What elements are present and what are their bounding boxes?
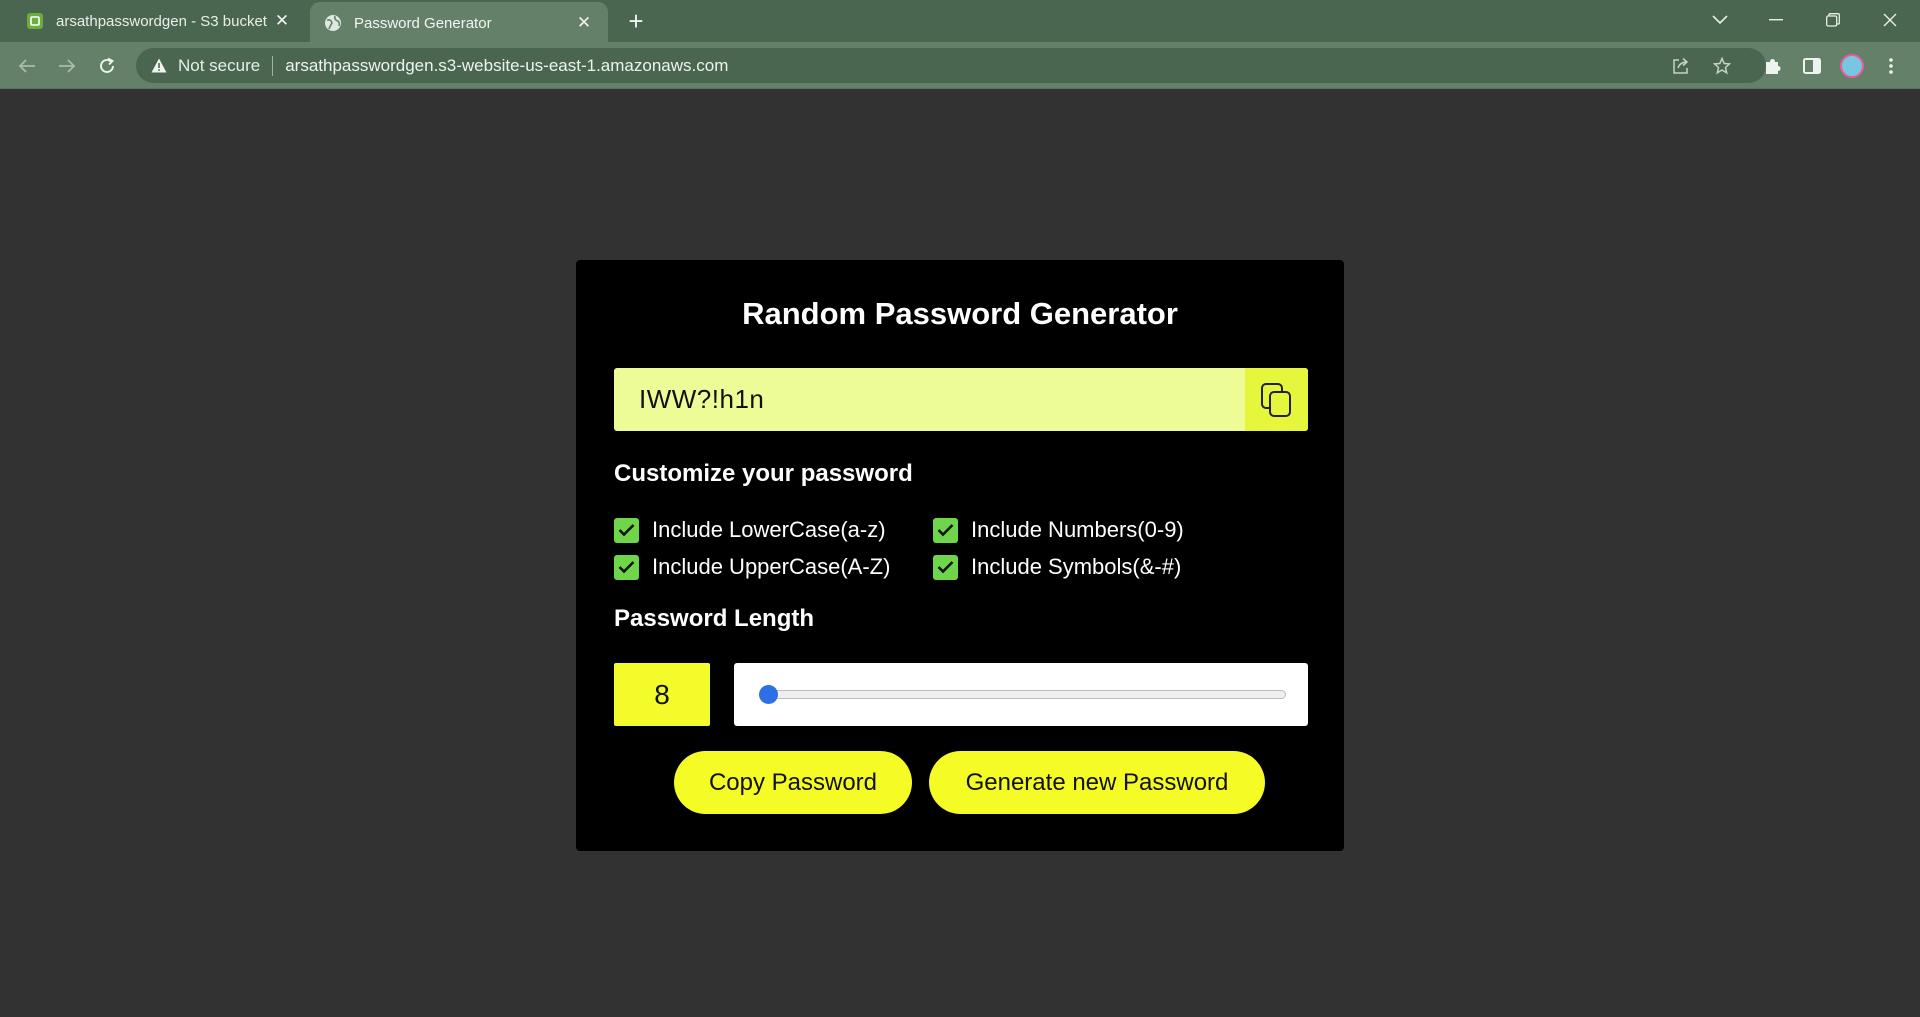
tab-password-generator[interactable]: Password Generator ✕ <box>310 2 608 44</box>
password-generator-card: Random Password Generator IWW?!h1n Custo… <box>576 260 1344 851</box>
option-symbols[interactable]: Include Symbols(&-#) <box>933 554 1181 580</box>
lowercase-label[interactable]: Include LowerCase(a-z) <box>652 517 886 543</box>
symbols-checkbox[interactable] <box>933 554 958 580</box>
address-separator <box>272 55 274 76</box>
tab-s3-bucket[interactable]: arsathpasswordgen - S3 bucket ✕ <box>0 0 306 42</box>
bookmark-star-icon[interactable] <box>1707 51 1737 81</box>
option-lowercase[interactable]: Include LowerCase(a-z) <box>614 517 886 543</box>
close-window-icon[interactable] <box>1870 4 1910 36</box>
lowercase-checkbox[interactable] <box>614 517 639 543</box>
length-slider-track[interactable] <box>768 690 1286 699</box>
symbols-label[interactable]: Include Symbols(&-#) <box>971 554 1181 580</box>
checkmark-icon <box>618 524 635 537</box>
copy-password-button[interactable]: Copy Password <box>674 751 912 814</box>
uppercase-label[interactable]: Include UpperCase(A-Z) <box>652 554 890 580</box>
security-status-label[interactable]: Not secure <box>178 56 260 76</box>
length-value-box: 8 <box>614 663 710 726</box>
length-heading: Password Length <box>614 605 815 632</box>
checkmark-icon <box>618 561 635 574</box>
browser-toolbar: Not secure arsathpasswordgen.s3-website-… <box>0 42 1920 89</box>
tab-title: Password Generator <box>354 14 492 32</box>
reload-icon[interactable] <box>92 51 122 81</box>
forward-arrow-icon[interactable] <box>52 51 82 81</box>
option-numbers[interactable]: Include Numbers(0-9) <box>933 517 1184 543</box>
url-text[interactable]: arsathpasswordgen.s3-website-us-east-1.a… <box>285 56 728 76</box>
copy-to-clipboard-button[interactable] <box>1245 368 1308 431</box>
new-tab-button[interactable]: + <box>623 8 649 34</box>
password-display[interactable]: IWW?!h1n <box>614 368 1308 431</box>
restore-icon[interactable] <box>1813 4 1853 36</box>
copy-icon <box>1260 382 1291 417</box>
checkmark-icon <box>937 524 954 537</box>
s3-bucket-favicon-icon <box>26 12 44 30</box>
tab-title: arsathpasswordgen - S3 bucket <box>56 12 267 30</box>
extensions-puzzle-icon[interactable] <box>1757 51 1787 81</box>
option-uppercase[interactable]: Include UpperCase(A-Z) <box>614 554 890 580</box>
side-panel-icon[interactable] <box>1797 51 1827 81</box>
browser-menu-kebab-icon[interactable] <box>1876 51 1906 81</box>
warning-triangle-icon[interactable] <box>150 57 168 75</box>
length-slider-thumb[interactable] <box>759 685 778 704</box>
close-tab-icon[interactable]: ✕ <box>272 11 292 31</box>
numbers-label[interactable]: Include Numbers(0-9) <box>971 517 1184 543</box>
back-arrow-icon[interactable] <box>12 51 42 81</box>
generate-password-button[interactable]: Generate new Password <box>929 751 1265 814</box>
close-tab-icon[interactable]: ✕ <box>574 13 594 33</box>
generated-password[interactable]: IWW?!h1n <box>639 368 764 431</box>
customize-heading: Customize your password <box>614 460 913 487</box>
uppercase-checkbox[interactable] <box>614 554 639 580</box>
numbers-checkbox[interactable] <box>933 517 958 543</box>
globe-icon <box>324 14 342 32</box>
tab-strip: arsathpasswordgen - S3 bucket ✕ Password… <box>0 0 1920 44</box>
checkmark-icon <box>937 561 954 574</box>
share-icon[interactable] <box>1666 51 1696 81</box>
page-title: Random Password Generator <box>742 296 1178 331</box>
profile-avatar[interactable] <box>1840 54 1864 78</box>
tab-search-chevron-icon[interactable] <box>1700 4 1740 36</box>
minimize-icon[interactable] <box>1756 4 1796 36</box>
length-slider-container <box>734 663 1308 726</box>
address-bar[interactable]: Not secure arsathpasswordgen.s3-website-… <box>136 48 1766 83</box>
